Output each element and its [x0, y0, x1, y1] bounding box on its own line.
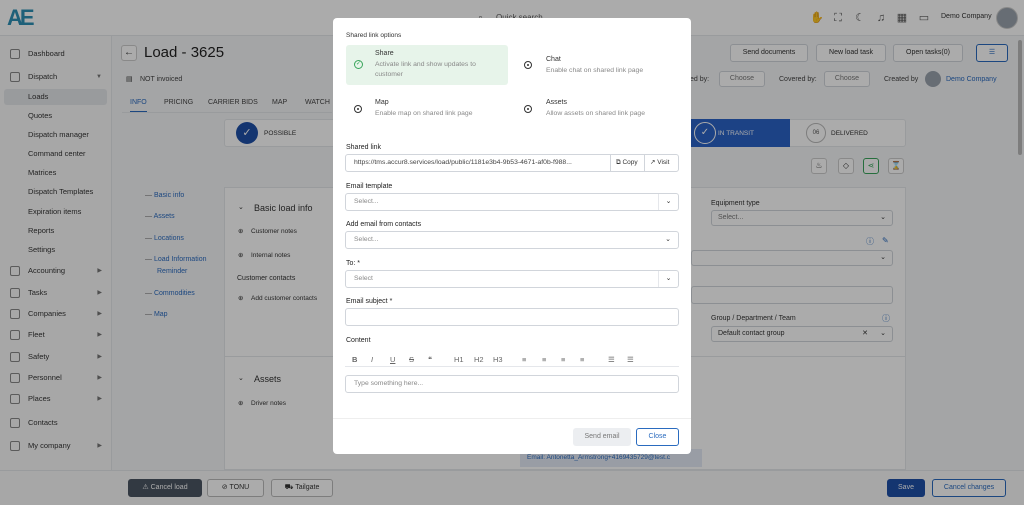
to-select[interactable]: Select ⌄ — [345, 270, 679, 288]
bullet-list-icon[interactable]: ☰ — [608, 355, 615, 364]
option-chat-desc: Enable chat on shared link page — [546, 67, 644, 74]
modal-footer-divider — [333, 418, 691, 419]
strike-button[interactable]: S — [409, 355, 414, 364]
visit-button[interactable]: ↗ Visit — [644, 155, 674, 171]
chevron-down-icon: ⌄ — [658, 194, 678, 210]
content-label: Content — [346, 337, 371, 344]
h2-button[interactable]: H2 — [474, 355, 484, 364]
content-editor[interactable]: Type something here... — [345, 375, 679, 393]
shared-link-label: Shared link — [346, 144, 382, 151]
align-center-icon[interactable]: ≡ — [542, 355, 546, 364]
align-left-icon[interactable]: ≡ — [522, 355, 526, 364]
option-assets-title: Assets — [546, 99, 568, 106]
chevron-down-icon: ⌄ — [658, 271, 678, 287]
quote-button[interactable]: ❝ — [428, 355, 432, 364]
option-map[interactable]: Map Enable map on shared link page — [346, 98, 506, 124]
bold-button[interactable]: B — [352, 355, 357, 364]
h1-button[interactable]: H1 — [454, 355, 464, 364]
option-share-title: Share — [375, 50, 394, 57]
option-share[interactable]: ✓ Share Activate link and show updates t… — [346, 45, 508, 85]
app-root: AE ⌕ Quick search ✋ ⛶ ☾ ♫ ▦ ▭ Demo Compa… — [0, 0, 1024, 505]
email-template-label: Email template — [346, 183, 393, 190]
option-assets-desc: Allow assets on shared link page — [546, 110, 645, 117]
option-assets[interactable]: Assets Allow assets on shared link page — [519, 98, 679, 124]
close-button[interactable]: Close — [636, 428, 679, 446]
ordered-list-icon[interactable]: ☰ — [627, 355, 634, 364]
shared-link-modal: Shared link options ✓ Share Activate lin… — [333, 18, 691, 454]
option-chat-title: Chat — [546, 56, 561, 63]
to-label: To: * — [346, 260, 361, 267]
copy-button[interactable]: ⧉ Copy — [610, 155, 643, 171]
align-justify-icon[interactable]: ≡ — [561, 355, 565, 364]
radio-icon — [524, 105, 532, 113]
option-share-desc: Activate link and show updates to custom… — [375, 61, 476, 78]
check-circle-icon: ✓ — [354, 60, 363, 69]
radio-icon — [524, 61, 532, 69]
radio-icon — [354, 105, 362, 113]
underline-button[interactable]: U — [390, 355, 395, 364]
shared-link-value: https://tms.accur8.services/load/public/… — [354, 159, 572, 166]
send-email-button[interactable]: Send email — [573, 428, 631, 446]
option-map-desc: Enable map on shared link page — [375, 110, 473, 117]
option-chat[interactable]: Chat Enable chat on shared link page — [519, 54, 679, 80]
h3-button[interactable]: H3 — [493, 355, 503, 364]
modal-heading: Shared link options — [346, 32, 402, 39]
subject-input[interactable] — [345, 308, 679, 326]
toolbar-divider — [345, 366, 679, 367]
align-right-icon[interactable]: ≡ — [580, 355, 584, 364]
italic-button[interactable]: I — [371, 355, 373, 364]
chevron-down-icon: ⌄ — [665, 236, 671, 243]
shared-link-field[interactable]: https://tms.accur8.services/load/public/… — [345, 154, 679, 172]
option-map-title: Map — [375, 99, 389, 106]
add-email-label: Add email from contacts — [346, 221, 422, 228]
email-template-select[interactable]: Select... ⌄ — [345, 193, 679, 211]
subject-label: Email subject * — [346, 298, 393, 305]
add-email-select[interactable]: Select... ⌄ — [345, 231, 679, 249]
